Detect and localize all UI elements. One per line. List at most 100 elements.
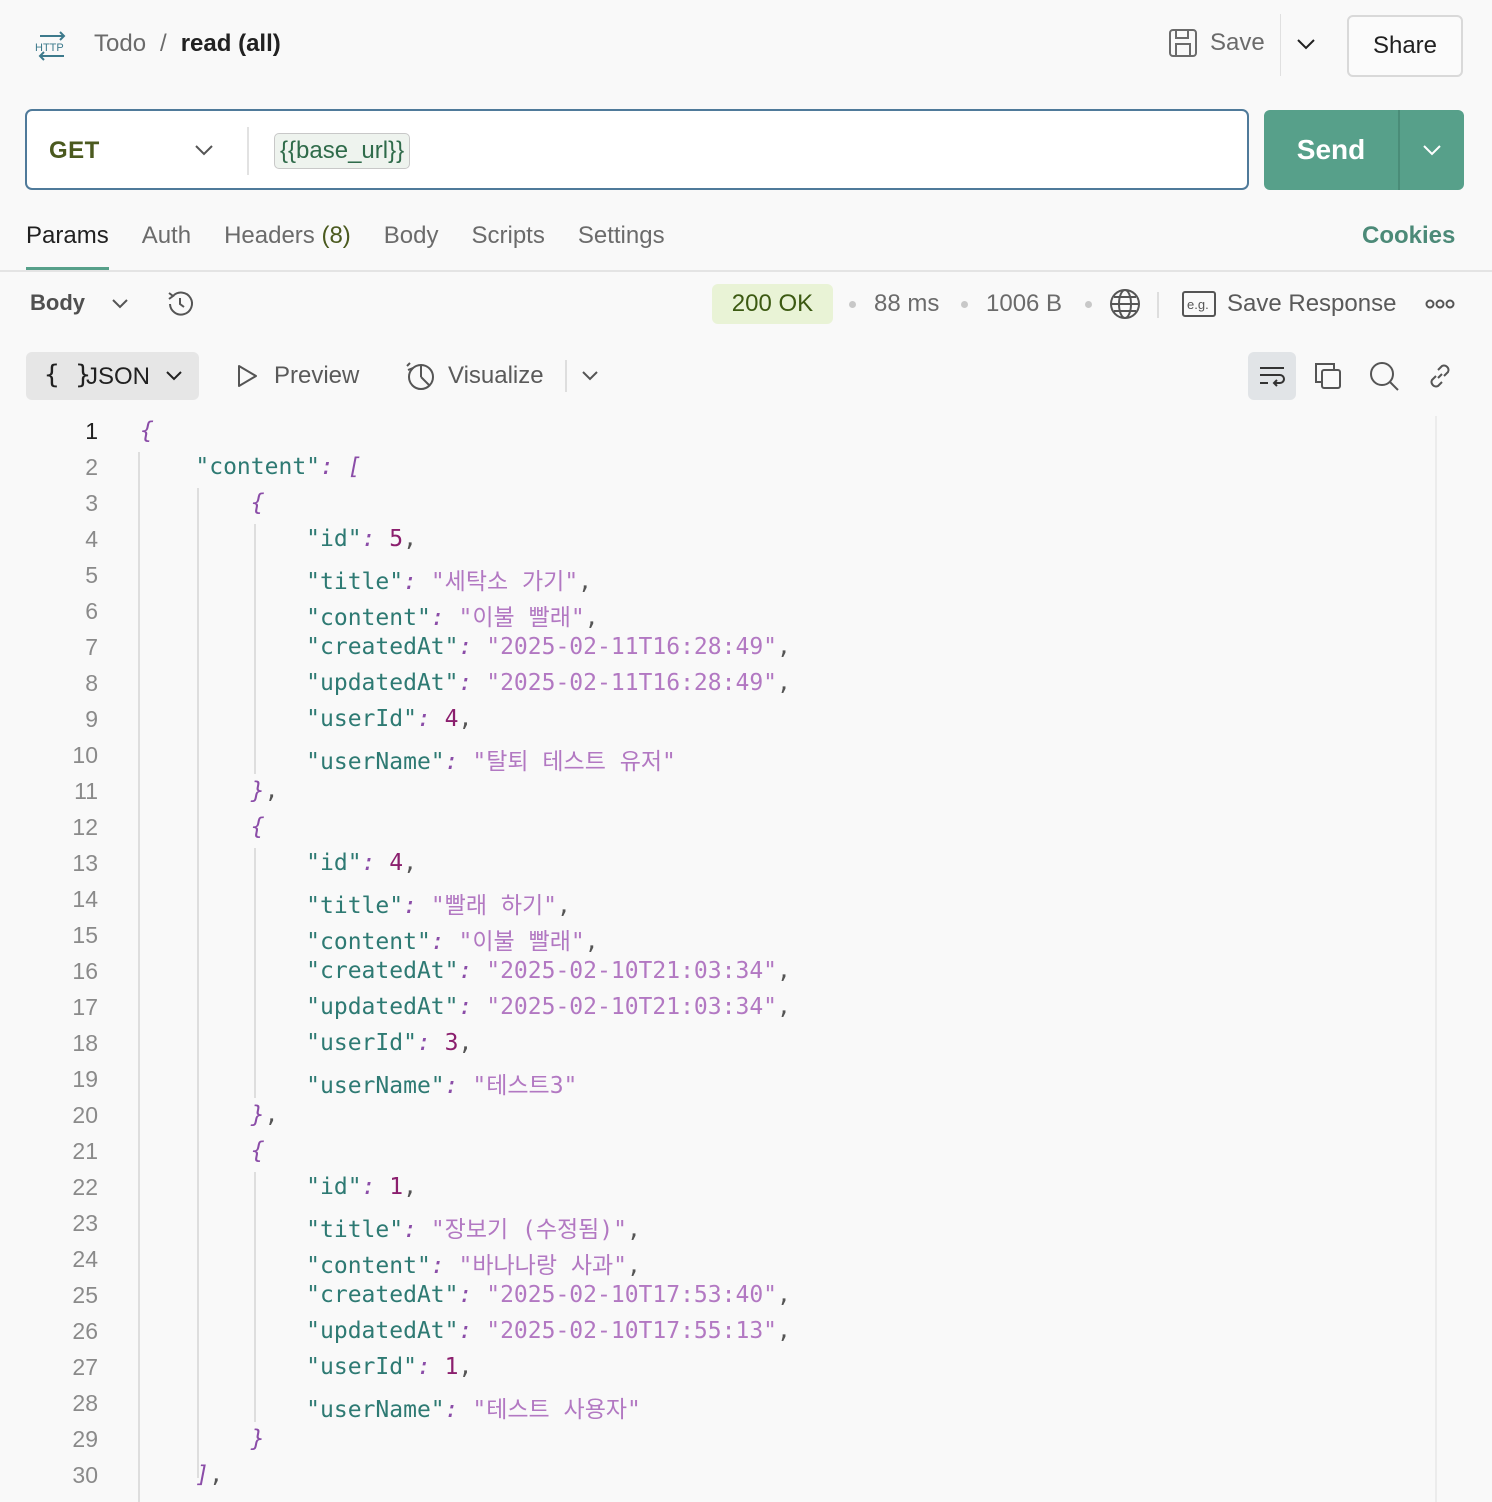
code-text: "userId": 4, bbox=[306, 706, 473, 732]
tab-settings[interactable]: Settings bbox=[578, 222, 665, 270]
code-line: 30 ], bbox=[0, 1462, 1436, 1498]
code-text: "userName": "탈퇴 테스트 유저" bbox=[306, 749, 676, 775]
code-line: 27 "userId": 1, bbox=[0, 1354, 1436, 1390]
line-number: 4 bbox=[85, 526, 98, 552]
line-number: 8 bbox=[85, 670, 98, 696]
separator-dot bbox=[961, 301, 968, 308]
code-line: 26 "updatedAt": "2025-02-10T17:55:13", bbox=[0, 1318, 1436, 1354]
code-text: { bbox=[140, 418, 154, 444]
code-text: "createdAt": "2025-02-11T16:28:49", bbox=[306, 634, 791, 660]
code-text: { bbox=[250, 490, 265, 516]
code-text: "title": "세탁소 가기", bbox=[306, 569, 593, 595]
code-line: 21 { bbox=[0, 1138, 1436, 1174]
code-text: "userName": "테스트3" bbox=[306, 1073, 578, 1099]
chevron-down-icon[interactable] bbox=[580, 366, 600, 386]
line-number: 7 bbox=[85, 634, 98, 660]
response-body-select[interactable]: Body bbox=[30, 290, 85, 316]
breadcrumb-collection[interactable]: Todo bbox=[94, 30, 146, 58]
code-text: "createdAt": "2025-02-10T21:03:34", bbox=[306, 958, 791, 984]
format-label: JSON bbox=[86, 363, 151, 390]
history-icon[interactable] bbox=[164, 288, 196, 320]
code-text: "content": "이불 빨래", bbox=[306, 605, 599, 631]
line-number: 6 bbox=[85, 598, 98, 624]
tab-label: Body bbox=[383, 222, 439, 249]
line-number: 14 bbox=[72, 886, 98, 912]
search-icon[interactable] bbox=[1368, 360, 1400, 392]
line-number: 2 bbox=[85, 454, 98, 480]
tab-scripts[interactable]: Scripts bbox=[472, 222, 545, 270]
breadcrumb: Todo / read (all) bbox=[94, 30, 281, 58]
save-response-button[interactable]: Save Response bbox=[1227, 290, 1396, 318]
divider bbox=[1157, 292, 1159, 318]
code-text: "content": [ bbox=[195, 454, 362, 480]
line-number: 23 bbox=[72, 1210, 98, 1236]
code-line: 2 "content": [ bbox=[0, 454, 1436, 490]
code-text: "content": "바나나랑 사과", bbox=[306, 1253, 641, 1279]
link-icon[interactable] bbox=[1424, 360, 1456, 392]
visualize-label: Visualize bbox=[448, 362, 544, 389]
line-number: 9 bbox=[85, 706, 98, 732]
preview-button[interactable]: Preview bbox=[234, 362, 359, 390]
tab-body[interactable]: Body bbox=[384, 222, 439, 270]
code-line: 8 "updatedAt": "2025-02-11T16:28:49", bbox=[0, 670, 1436, 706]
code-line: 20 }, bbox=[0, 1102, 1436, 1138]
response-time[interactable]: 88 ms bbox=[874, 290, 939, 318]
chevron-down-icon[interactable] bbox=[1294, 32, 1318, 56]
wrap-lines-button[interactable] bbox=[1248, 352, 1296, 400]
chevron-down-icon[interactable] bbox=[193, 139, 215, 161]
code-line: 12 { bbox=[0, 814, 1436, 850]
divider bbox=[565, 360, 567, 392]
code-text: ], bbox=[195, 1462, 224, 1488]
response-code-viewer[interactable]: 1{2 "content": [3 {4 "id": 5, 5 "title": … bbox=[0, 418, 1436, 1502]
status-badge[interactable]: 200 OK bbox=[712, 284, 833, 324]
http-request-icon: HTTP bbox=[35, 31, 66, 61]
code-text: "createdAt": "2025-02-10T17:53:40", bbox=[306, 1282, 791, 1308]
code-line: 24 "content": "바나나랑 사과", bbox=[0, 1246, 1436, 1282]
code-text: { bbox=[250, 1138, 265, 1164]
tab-auth[interactable]: Auth bbox=[142, 222, 191, 270]
code-text: }, bbox=[250, 1102, 279, 1128]
code-text: "id": 5, bbox=[306, 526, 417, 552]
tab-label: Params bbox=[26, 222, 109, 249]
line-number: 17 bbox=[72, 994, 98, 1020]
line-number: 13 bbox=[72, 850, 98, 876]
line-number: 18 bbox=[72, 1030, 98, 1056]
code-line: 25 "createdAt": "2025-02-10T17:53:40", bbox=[0, 1282, 1436, 1318]
request-name[interactable]: read (all) bbox=[181, 30, 281, 58]
tab-params[interactable]: Params bbox=[26, 222, 109, 270]
tab-label: Headers bbox=[224, 222, 315, 249]
code-line: 3 { bbox=[0, 490, 1436, 526]
url-input[interactable]: {{base_url}} bbox=[274, 133, 411, 169]
line-number: 26 bbox=[72, 1318, 98, 1344]
code-line: 10 "userName": "탈퇴 테스트 유저" bbox=[0, 742, 1436, 778]
more-options-icon[interactable] bbox=[1424, 294, 1456, 314]
send-button[interactable]: Send bbox=[1264, 110, 1398, 190]
code-line: 22 "id": 1, bbox=[0, 1174, 1436, 1210]
line-number: 15 bbox=[72, 922, 98, 948]
code-line: 18 "userId": 3, bbox=[0, 1030, 1436, 1066]
method-select[interactable]: GET bbox=[49, 137, 100, 165]
tab-label: Auth bbox=[141, 222, 192, 249]
chevron-down-icon[interactable] bbox=[1420, 138, 1444, 162]
chevron-down-icon[interactable] bbox=[110, 294, 130, 314]
save-button[interactable]: Save bbox=[1168, 28, 1265, 58]
code-line: 6 "content": "이불 빨래", bbox=[0, 598, 1436, 634]
line-number: 25 bbox=[72, 1282, 98, 1308]
tab-headers[interactable]: Headers (8) bbox=[224, 222, 351, 270]
visualize-button[interactable]: Visualize bbox=[404, 360, 544, 392]
line-number: 11 bbox=[74, 778, 98, 804]
line-number: 3 bbox=[85, 490, 98, 516]
copy-icon[interactable] bbox=[1312, 360, 1344, 392]
format-select[interactable]: { } JSON bbox=[26, 352, 199, 400]
divider bbox=[247, 127, 249, 175]
response-size[interactable]: 1006 B bbox=[986, 290, 1062, 318]
line-number: 5 bbox=[85, 562, 98, 588]
request-header: HTTP Todo / read (all) Save Share bbox=[0, 0, 1492, 92]
share-button[interactable]: Share bbox=[1347, 15, 1463, 77]
code-line: 7 "createdAt": "2025-02-11T16:28:49", bbox=[0, 634, 1436, 670]
floppy-disk-icon bbox=[1169, 29, 1197, 57]
cookies-link[interactable]: Cookies bbox=[1362, 222, 1455, 250]
divider bbox=[1280, 14, 1281, 76]
globe-icon[interactable] bbox=[1108, 287, 1142, 321]
line-number: 28 bbox=[72, 1390, 98, 1416]
